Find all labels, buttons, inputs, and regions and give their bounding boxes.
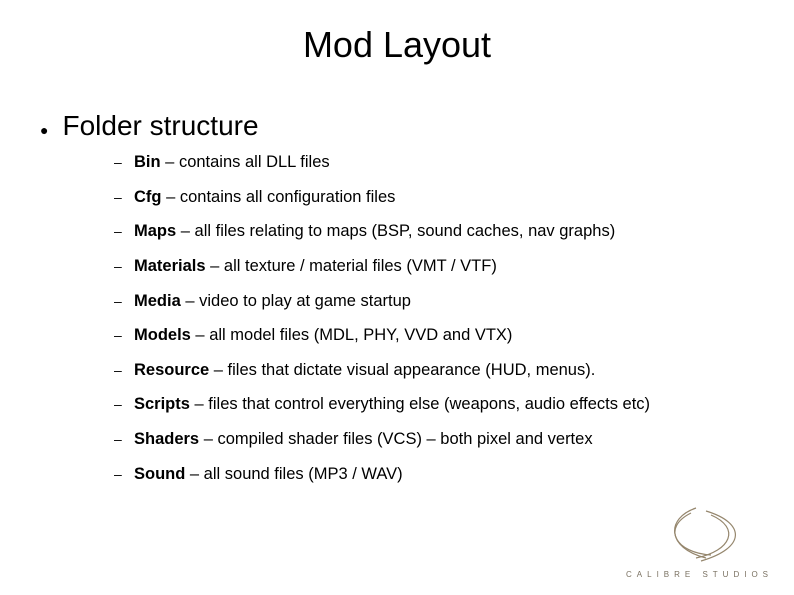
calibre-studios-logo: CALIBRE STUDIOS — [596, 503, 776, 583]
dash-icon: – — [114, 258, 134, 276]
dash-icon: – — [114, 431, 134, 449]
list-item: – Media – video to play at game startup — [114, 291, 764, 312]
list-item: – Cfg – contains all configuration files — [114, 187, 764, 208]
item-text: Maps – all files relating to maps (BSP, … — [134, 221, 615, 242]
dash-icon: – — [114, 293, 134, 311]
list-item: – Scripts – files that control everythin… — [114, 394, 764, 415]
heading-text: Folder structure — [62, 110, 258, 142]
slide-title: Mod Layout — [0, 24, 794, 66]
logo-text: CALIBRE STUDIOS — [626, 570, 773, 579]
dash-icon: – — [114, 362, 134, 380]
dash-icon: – — [114, 327, 134, 345]
dash-icon: – — [114, 223, 134, 241]
dash-icon: – — [114, 466, 134, 484]
list-item: – Sound – all sound files (MP3 / WAV) — [114, 464, 764, 485]
bullet-icon: ● — [40, 122, 48, 138]
item-text: Sound – all sound files (MP3 / WAV) — [134, 464, 403, 485]
list-item: – Maps – all files relating to maps (BSP… — [114, 221, 764, 242]
list-item: – Bin – contains all DLL files — [114, 152, 764, 173]
folder-list: – Bin – contains all DLL files – Cfg – c… — [114, 152, 764, 484]
item-text: Resource – files that dictate visual app… — [134, 360, 595, 381]
list-item: – Models – all model files (MDL, PHY, VV… — [114, 325, 764, 346]
item-text: Bin – contains all DLL files — [134, 152, 330, 173]
item-text: Scripts – files that control everything … — [134, 394, 650, 415]
dash-icon: – — [114, 396, 134, 414]
item-text: Materials – all texture / material files… — [134, 256, 497, 277]
dash-icon: – — [114, 189, 134, 207]
item-text: Media – video to play at game startup — [134, 291, 411, 312]
item-text: Models – all model files (MDL, PHY, VVD … — [134, 325, 512, 346]
content-area: ● Folder structure – Bin – contains all … — [40, 110, 764, 498]
list-item: – Shaders – compiled shader files (VCS) … — [114, 429, 764, 450]
heading-row: ● Folder structure — [40, 110, 764, 142]
slide: Mod Layout ● Folder structure – Bin – co… — [0, 0, 794, 595]
list-item: – Materials – all texture / material fil… — [114, 256, 764, 277]
item-text: Shaders – compiled shader files (VCS) – … — [134, 429, 593, 450]
item-text: Cfg – contains all configuration files — [134, 187, 395, 208]
dash-icon: – — [114, 154, 134, 172]
list-item: – Resource – files that dictate visual a… — [114, 360, 764, 381]
